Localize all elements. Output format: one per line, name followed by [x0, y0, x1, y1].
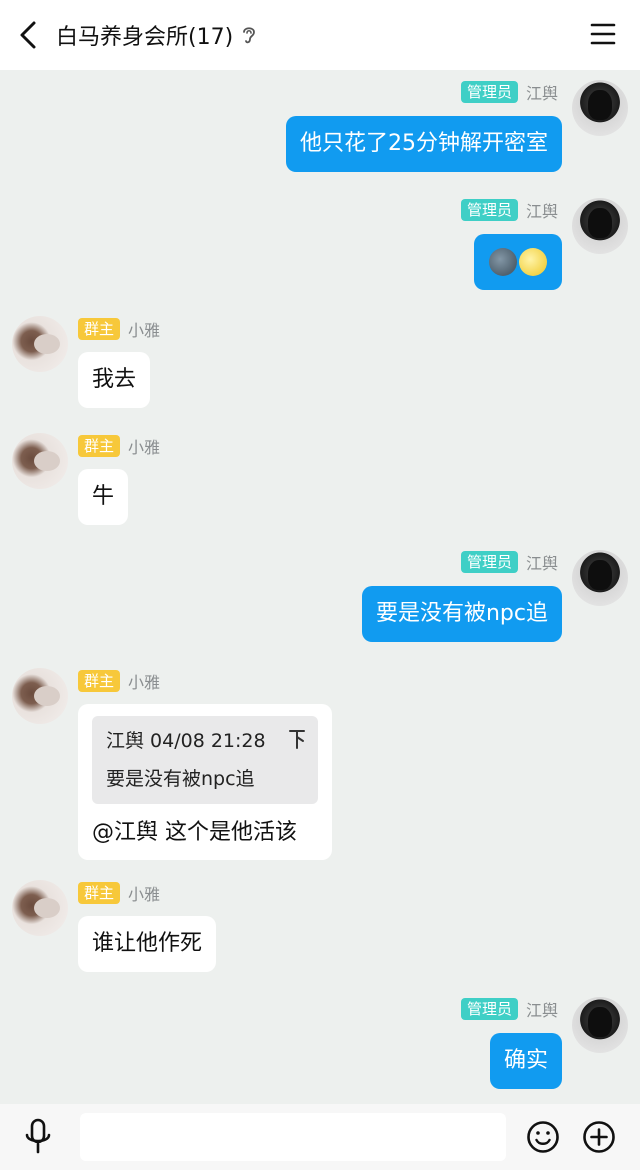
- reply-bubble[interactable]: 江舆 04/08 21:28 要是没有被npc追 @江舆 这个是他活该: [78, 704, 332, 860]
- message-bubble[interactable]: 确实: [489, 1033, 562, 1089]
- sender-meta: 管理员 江舆: [460, 550, 558, 574]
- menu-icon[interactable]: [590, 22, 616, 46]
- owner-badge: 群主: [78, 670, 121, 692]
- sender-meta: 管理员 江舆: [460, 198, 558, 222]
- admin-badge: 管理员: [460, 551, 518, 573]
- ear-icon: [243, 27, 256, 44]
- owner-badge: 群主: [78, 318, 121, 340]
- sender-name[interactable]: 江舆: [526, 198, 558, 222]
- sender-name[interactable]: 江舆: [526, 80, 558, 104]
- sender-name[interactable]: 小雅: [128, 881, 160, 905]
- sender-name[interactable]: 江舆: [526, 550, 558, 574]
- message-input[interactable]: [80, 1113, 506, 1161]
- sender-meta: 群主 小雅: [78, 881, 160, 905]
- group-title[interactable]: 白马养身会所(17): [56, 19, 233, 51]
- sender-name[interactable]: 小雅: [128, 317, 160, 341]
- quote-text: 要是没有被npc追: [106, 768, 255, 790]
- quoted-message[interactable]: 江舆 04/08 21:28 要是没有被npc追: [92, 716, 318, 804]
- avatar[interactable]: [12, 880, 68, 936]
- title-wrap: 白马养身会所(17): [56, 0, 257, 70]
- avatar[interactable]: [572, 550, 628, 606]
- reply-text: @江舆 这个是他活该: [92, 820, 297, 845]
- quote-author-time: 江舆 04/08 21:28: [106, 730, 266, 752]
- avatar[interactable]: [572, 997, 628, 1053]
- sender-name[interactable]: 小雅: [128, 669, 160, 693]
- avatar[interactable]: [12, 433, 68, 489]
- emoji-bubble[interactable]: [474, 234, 562, 290]
- avatar[interactable]: [12, 316, 68, 372]
- avatar[interactable]: [572, 198, 628, 254]
- chat-header: 白马养身会所(17): [0, 0, 640, 70]
- avatar[interactable]: [572, 80, 628, 136]
- emoji-face-icon[interactable]: [526, 1120, 560, 1154]
- message-bubble[interactable]: 他只花了25分钟解开密室: [286, 116, 562, 172]
- message-bubble[interactable]: 谁让他作死: [78, 916, 217, 972]
- message-bubble[interactable]: 我去: [78, 352, 151, 408]
- microphone-icon[interactable]: [22, 1118, 54, 1156]
- sender-name[interactable]: 江舆: [526, 997, 558, 1021]
- admin-badge: 管理员: [460, 199, 518, 221]
- full-moon-face-icon: [519, 248, 547, 276]
- message-bubble[interactable]: 要是没有被npc追: [361, 586, 562, 642]
- new-moon-face-icon: [489, 248, 517, 276]
- owner-badge: 群主: [78, 435, 121, 457]
- sender-name[interactable]: 小雅: [128, 434, 160, 458]
- sender-meta: 管理员 江舆: [460, 997, 558, 1021]
- plus-circle-icon[interactable]: [582, 1120, 616, 1154]
- avatar[interactable]: [12, 668, 68, 724]
- message-bubble[interactable]: 牛: [78, 469, 129, 525]
- admin-badge: 管理员: [460, 998, 518, 1020]
- back-arrow-icon[interactable]: [14, 18, 44, 52]
- admin-badge: 管理员: [460, 81, 518, 103]
- input-bar: [0, 1104, 640, 1170]
- chat-area[interactable]: 管理员 江舆 他只花了25分钟解开密室 管理员 江舆 群主 小雅 我去 群主 小…: [0, 70, 640, 1104]
- sender-meta: 群主 小雅: [78, 669, 160, 693]
- owner-badge: 群主: [78, 882, 121, 904]
- jump-to-original-icon[interactable]: [288, 728, 306, 750]
- sender-meta: 群主 小雅: [78, 317, 160, 341]
- sender-meta: 群主 小雅: [78, 434, 160, 458]
- sender-meta: 管理员 江舆: [460, 80, 558, 104]
